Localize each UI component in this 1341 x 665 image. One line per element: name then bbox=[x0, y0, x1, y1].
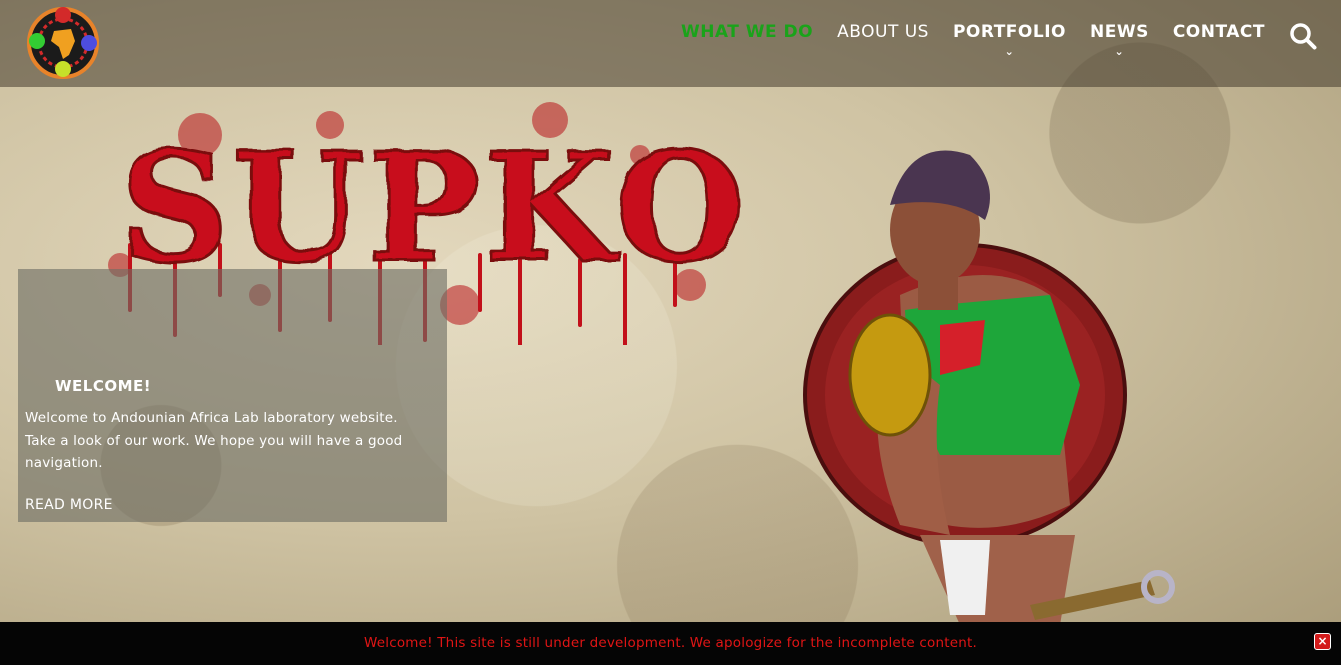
main-nav: WHAT WE DO ABOUT US PORTFOLIO ⌄ NEWS ⌄ C… bbox=[657, 22, 1265, 58]
nav-item-what-we-do[interactable]: WHAT WE DO bbox=[681, 22, 813, 58]
nav-item-contact[interactable]: CONTACT bbox=[1173, 22, 1265, 58]
welcome-title: WELCOME! bbox=[55, 377, 152, 395]
close-icon[interactable]: × bbox=[1314, 633, 1331, 650]
warrior-character-art bbox=[803, 150, 1175, 625]
nav-label: NEWS bbox=[1089, 22, 1149, 42]
page: SUPKO WHAT WE DO ABOUT US PORTFOLIO ⌄ NE… bbox=[0, 0, 1341, 665]
site-header: WHAT WE DO ABOUT US PORTFOLIO ⌄ NEWS ⌄ C… bbox=[0, 0, 1341, 87]
nav-label: WHAT WE DO bbox=[680, 22, 814, 42]
welcome-panel: WELCOME! Welcome to Andounian Africa Lab… bbox=[18, 269, 447, 522]
read-more-link[interactable]: READ MORE bbox=[25, 497, 113, 513]
nav-item-portfolio[interactable]: PORTFOLIO ⌄ bbox=[953, 22, 1066, 58]
chevron-down-icon[interactable]: ⌄ bbox=[953, 46, 1066, 58]
nav-item-news[interactable]: NEWS ⌄ bbox=[1090, 22, 1149, 58]
dev-notice-text: Welcome! This site is still under develo… bbox=[363, 635, 978, 651]
site-logo[interactable] bbox=[27, 7, 99, 79]
nav-label: PORTFOLIO bbox=[952, 22, 1066, 42]
search-icon[interactable] bbox=[1289, 22, 1317, 50]
nav-label: CONTACT bbox=[1172, 22, 1265, 42]
welcome-text: Welcome to Andounian Africa Lab laborato… bbox=[25, 410, 403, 471]
nav-item-about-us[interactable]: ABOUT US bbox=[837, 22, 929, 58]
dev-notice-bar: Welcome! This site is still under develo… bbox=[0, 622, 1341, 665]
chevron-down-icon[interactable]: ⌄ bbox=[1090, 46, 1149, 58]
nav-label: ABOUT US bbox=[837, 22, 929, 42]
